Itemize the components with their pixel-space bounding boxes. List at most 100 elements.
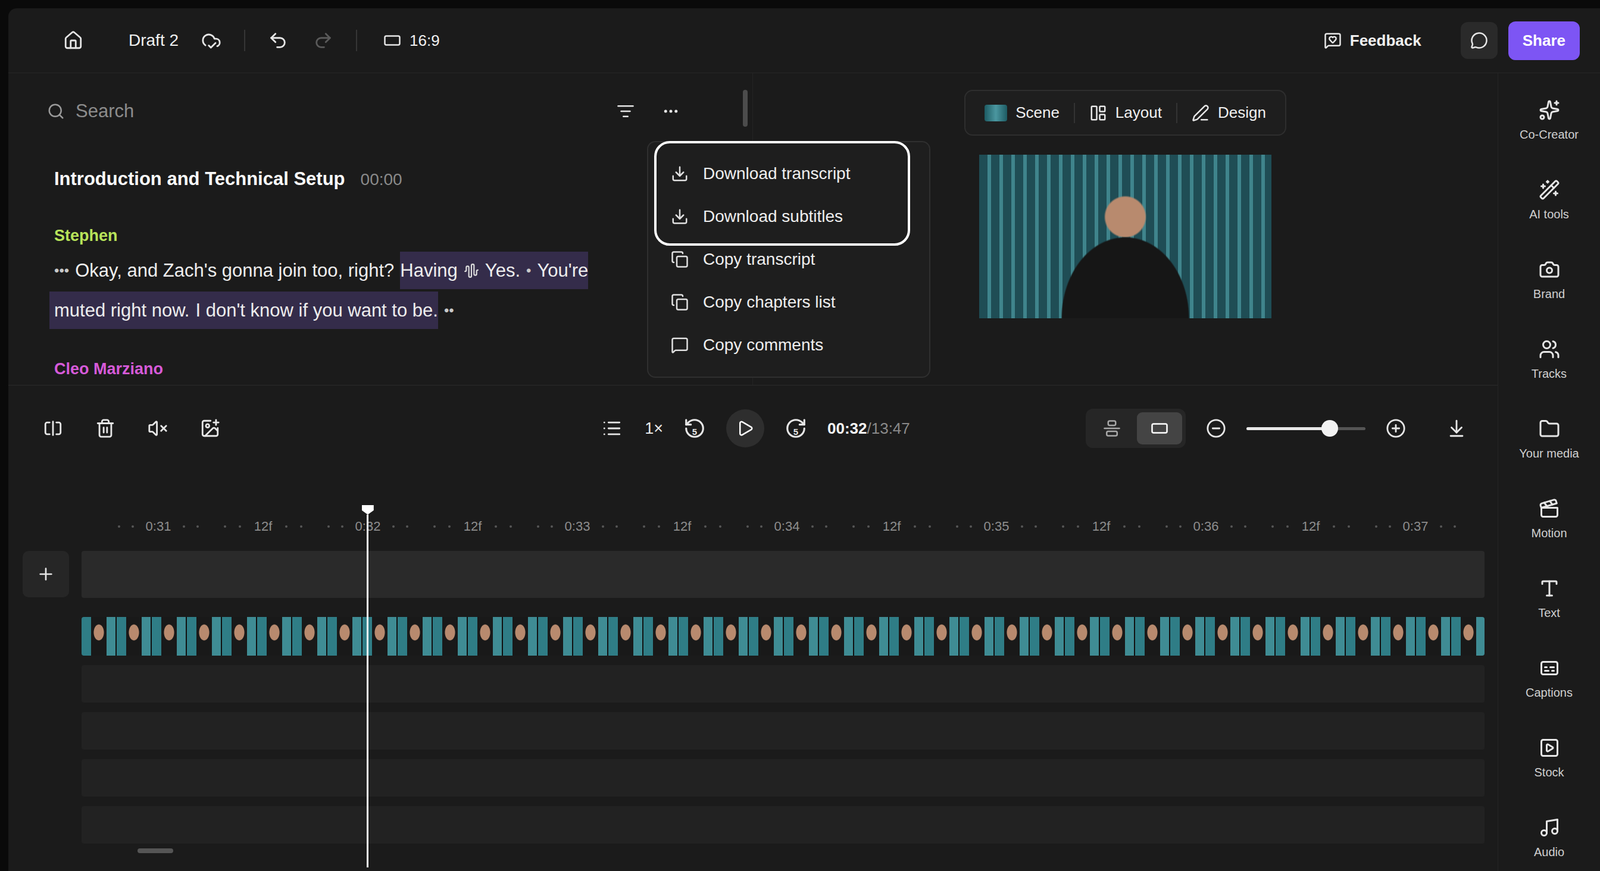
skip-back-seconds: 5 [692, 426, 698, 437]
filter-button[interactable] [614, 100, 637, 123]
pause-marker[interactable]: • [526, 251, 531, 290]
menu-item[interactable]: Download transcript [648, 152, 930, 196]
sidebar-item[interactable]: Text [1498, 558, 1600, 639]
zoom-slider[interactable] [1246, 427, 1366, 431]
ruler-tick [913, 525, 917, 528]
skip-forward-button[interactable]: 5 [784, 417, 808, 440]
transcript-word[interactable]: muted right now. [54, 291, 190, 330]
skip-back-button[interactable]: 5 [683, 417, 706, 440]
stacked-view-icon [1102, 419, 1121, 438]
ruler-label: 12f [1301, 519, 1321, 535]
workspace: Introduction and Technical Setup00:00Ste… [8, 73, 1600, 871]
track-lane[interactable] [81, 759, 1485, 798]
ruler-tick [615, 525, 618, 528]
transcript-word[interactable]: I don't know if you want to be. [195, 291, 438, 330]
add-scene-button[interactable] [197, 416, 223, 442]
ruler-tick [1388, 525, 1392, 528]
ruler-cell: 0:37 [1363, 519, 1468, 535]
undo-button[interactable] [265, 27, 291, 53]
view-toggle-item[interactable] [1136, 412, 1183, 445]
sidebar-item[interactable]: AI tools [1498, 160, 1600, 240]
delete-button[interactable] [92, 416, 118, 442]
video-clip[interactable] [81, 617, 1485, 656]
transcript-word[interactable]: Okay, and Zach's gonna join too, right? [75, 251, 395, 290]
search-input[interactable] [74, 100, 605, 123]
split-button[interactable] [40, 416, 66, 442]
sidebar-item[interactable]: Stock [1498, 718, 1600, 799]
comments-button[interactable] [1460, 22, 1498, 59]
menu-item[interactable]: Copy comments [648, 323, 930, 367]
transcript-word[interactable]: You're [536, 251, 589, 290]
track-lane[interactable] [81, 712, 1485, 750]
pause-marker[interactable]: ••• [54, 251, 70, 290]
cloud-sync-button[interactable] [198, 27, 224, 53]
menu-item[interactable]: Copy chapters list [648, 280, 930, 324]
zoom-slider-thumb[interactable] [1321, 420, 1339, 437]
zoom-out-button[interactable] [1203, 416, 1229, 442]
sidebar-item[interactable]: Brand [1498, 239, 1600, 320]
view-toggle-item[interactable] [1089, 412, 1135, 445]
sidebar-label: Your media [1519, 447, 1579, 461]
single-view-icon [1150, 419, 1169, 438]
more-button[interactable] [659, 100, 683, 123]
playhead[interactable] [361, 505, 374, 868]
menu-item[interactable]: Copy transcript [648, 238, 930, 281]
download-icon [670, 207, 689, 226]
preview-tab[interactable]: Layout [1078, 100, 1173, 126]
pause-marker[interactable]: •• [444, 291, 455, 330]
add-track-button[interactable] [22, 551, 70, 598]
ruler-tick [1244, 525, 1247, 528]
mute-button[interactable] [145, 416, 171, 442]
playhead-handle[interactable] [361, 505, 374, 515]
chapter-title[interactable]: Introduction and Technical Setup [54, 168, 346, 190]
chapters-button[interactable] [599, 416, 625, 442]
ruler-tick [825, 525, 828, 528]
brand-camera-icon [1538, 258, 1561, 281]
transcript-word[interactable]: Yes. [485, 251, 521, 290]
list-icon [601, 418, 623, 439]
comment-icon [670, 336, 689, 355]
ruler-tick [852, 525, 855, 528]
ruler-label: 12f [254, 519, 273, 535]
ruler-tick [1332, 525, 1336, 528]
timeline: 1×5500:32/13:470:3112f0:3212f0:3312f0:34… [8, 385, 1498, 871]
aspect-ratio-button[interactable]: 16:9 [377, 26, 446, 55]
track-lane[interactable] [81, 665, 1485, 703]
ruler-cell: 0:36 [1153, 519, 1259, 535]
sidebar-item[interactable]: Audio [1498, 798, 1600, 871]
zoom-in-button[interactable] [1383, 416, 1409, 442]
sidebar-item[interactable]: Co-Creator [1498, 80, 1600, 161]
play-button[interactable] [726, 409, 765, 448]
ruler-label: 12f [673, 519, 692, 535]
speed-button[interactable]: 1× [644, 419, 664, 439]
ruler-tick [550, 525, 553, 528]
redo-button[interactable] [310, 27, 336, 53]
timeline-options-button[interactable] [1444, 416, 1470, 442]
sidebar-item[interactable]: Your media [1498, 399, 1600, 480]
clapperboard-icon [1538, 498, 1561, 520]
project-title[interactable]: Draft 2 [128, 30, 179, 50]
sound-marker[interactable] [463, 251, 480, 290]
scrollbar-thumb[interactable] [742, 89, 748, 127]
menu-item[interactable]: Download subtitles [648, 195, 930, 239]
horizontal-scrollbar[interactable] [137, 848, 174, 854]
transcript-word[interactable]: Having [400, 251, 458, 290]
scene-thumbnail [984, 104, 1008, 122]
ruler-label: 12f [1092, 519, 1111, 535]
ruler-tick [1347, 525, 1350, 528]
text-type-icon [1538, 577, 1561, 600]
preview-tab[interactable]: Design [1180, 100, 1277, 126]
time-ruler[interactable]: 0:3112f0:3212f0:3312f0:3412f0:3512f0:361… [81, 511, 1485, 542]
share-button[interactable]: Share [1508, 21, 1580, 61]
track-lane[interactable] [81, 551, 1485, 599]
home-button[interactable] [60, 27, 86, 53]
feedback-button[interactable]: Feedback [1317, 26, 1428, 55]
redo-icon [313, 30, 334, 51]
sidebar-item[interactable]: Tracks [1498, 319, 1600, 400]
preview-tab[interactable]: Scene [973, 100, 1071, 126]
track-lane[interactable] [81, 806, 1485, 845]
sidebar-item[interactable]: Captions [1498, 638, 1600, 719]
video-frame[interactable] [979, 154, 1272, 319]
sidebar-item[interactable]: Motion [1498, 479, 1600, 559]
sidebar-label: AI tools [1529, 207, 1570, 222]
